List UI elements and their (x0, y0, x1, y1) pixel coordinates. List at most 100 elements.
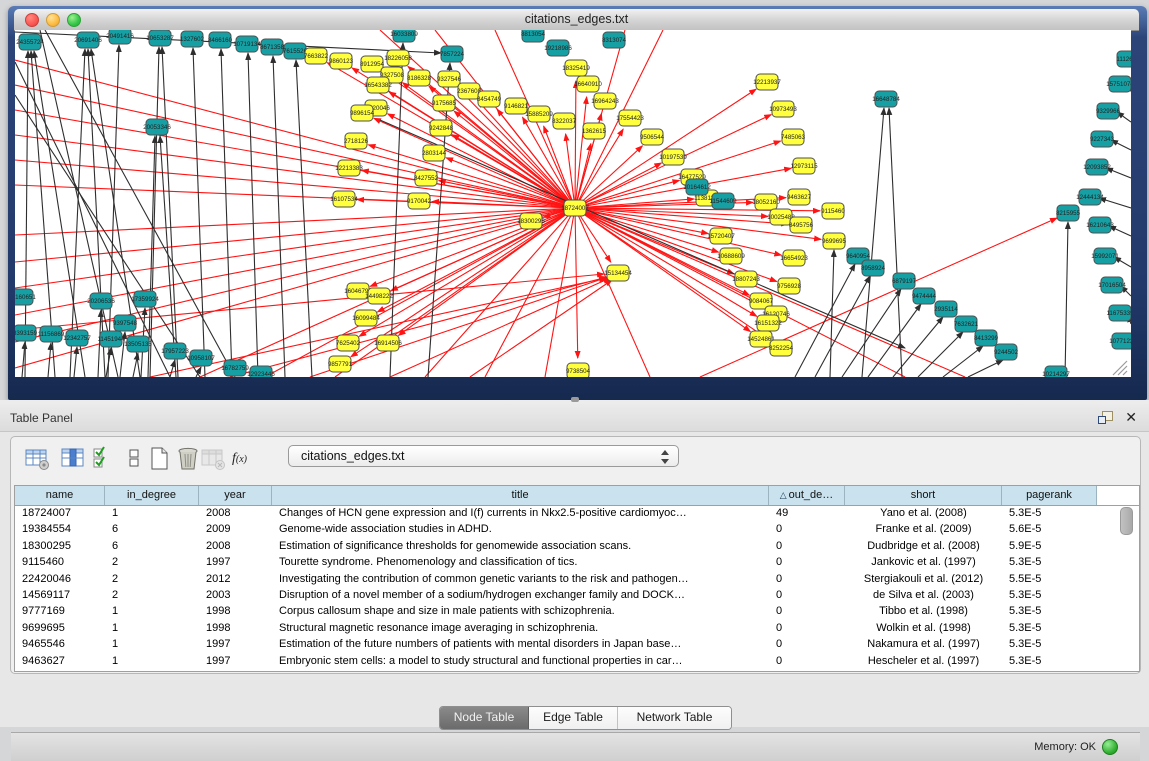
graph-node[interactable]: 16964243 (591, 93, 619, 109)
table-cell[interactable]: Changes of HCN gene expression and I(f) … (272, 505, 769, 521)
split-pane-grip[interactable] (571, 397, 579, 402)
graph-node[interactable]: 8671358 (260, 39, 285, 55)
graph-node[interactable]: 18052160 (752, 194, 780, 210)
table-row[interactable]: 977716911998Corpus callosum shape and si… (15, 603, 1139, 619)
graph-node[interactable]: 12093852 (1083, 159, 1111, 175)
table-cell[interactable]: Hescheler et al. (1997) (845, 653, 1002, 669)
table-row[interactable]: 1456911722003Disruption of a novel membe… (15, 587, 1139, 603)
graph-node[interactable]: 15134454 (604, 265, 632, 281)
graph-node[interactable]: 16640910 (574, 76, 602, 92)
table-cell[interactable]: Corpus callosum shape and size in male p… (272, 603, 769, 619)
graph-node[interactable]: 16151322 (754, 315, 782, 331)
rows-icon[interactable] (122, 446, 148, 472)
graph-node[interactable]: 9857791 (328, 356, 353, 372)
graph-node[interactable]: 8466160 (208, 32, 233, 48)
graph-node[interactable]: 11156869 (38, 326, 65, 342)
table-row[interactable]: 2242004622012Investigating the contribut… (15, 571, 1139, 587)
table-cell[interactable]: 1998 (199, 603, 272, 619)
column-header-pagerank[interactable]: pagerank (1002, 486, 1097, 505)
graph-node[interactable]: 1327602 (180, 31, 205, 47)
table-cell[interactable]: 2009 (199, 521, 272, 537)
graph-node[interactable]: 10958107 (187, 350, 215, 366)
graph-node[interactable]: 18724007 (561, 200, 589, 216)
graph-node[interactable]: 17957223 (161, 343, 189, 359)
tab-node-table[interactable]: Node Table (440, 707, 529, 729)
table-cell[interactable]: Estimation of the future numbers of pati… (272, 636, 769, 652)
table-row[interactable]: 911546021997Tourette syndrome. Phenomeno… (15, 554, 1139, 570)
graph-node[interactable]: 9463627 (787, 189, 812, 205)
window-title-bar[interactable]: citations_edges.txt (14, 9, 1139, 31)
graph-node[interactable]: 25160651 (15, 289, 36, 305)
table-cell[interactable]: 1 (105, 603, 199, 619)
column-header-in-degree[interactable]: in_degree (105, 486, 199, 505)
graph-node[interactable]: 9170042 (407, 193, 432, 209)
table-cell[interactable]: Embryonic stem cells: a model to study s… (272, 653, 769, 669)
graph-node[interactable]: 7485063 (781, 129, 806, 145)
graph-node[interactable]: 15992071 (1091, 248, 1119, 264)
float-panel-icon[interactable] (1098, 411, 1113, 424)
column-header-out-de-[interactable]: △out_de… (769, 486, 845, 505)
column-header-year[interactable]: year (199, 486, 272, 505)
table-row[interactable]: 946362711997Embryonic stem cells: a mode… (15, 653, 1139, 669)
graph-node[interactable]: 15751074 (1106, 76, 1131, 92)
graph-node[interactable]: 2935114 (934, 301, 958, 317)
table-cell[interactable]: 0 (769, 636, 845, 652)
graph-node[interactable]: 9699695 (822, 233, 847, 249)
table-row[interactable]: 1938455462009Genome-wide association stu… (15, 521, 1139, 537)
table-cell[interactable]: 5.3E-5 (1002, 636, 1097, 652)
graph-node[interactable]: 9860123 (329, 53, 354, 69)
table-cell[interactable]: 5.3E-5 (1002, 653, 1097, 669)
table-cell[interactable]: 0 (769, 603, 845, 619)
table-cell[interactable]: 18724007 (15, 505, 105, 521)
table-cell[interactable]: 2012 (199, 571, 272, 587)
table-cell[interactable]: 0 (769, 521, 845, 537)
graph-node[interactable]: 8813054 (521, 30, 546, 42)
table-cell[interactable]: Stergiakouli et al. (2012) (845, 571, 1002, 587)
table-cell[interactable]: 5.3E-5 (1002, 587, 1097, 603)
table-cell[interactable]: 0 (769, 538, 845, 554)
table-cell[interactable]: 2003 (199, 587, 272, 603)
table-cell[interactable]: 2 (105, 587, 199, 603)
graph-node[interactable]: 9327546 (437, 71, 462, 87)
table-cell[interactable]: 18300295 (15, 538, 105, 554)
column-header-short[interactable]: short (845, 486, 1002, 505)
graph-node[interactable]: 8313074 (602, 32, 627, 48)
table-cell[interactable]: 0 (769, 554, 845, 570)
graph-node[interactable]: 10771234 (1109, 333, 1131, 349)
graph-node[interactable]: 15885209 (525, 106, 553, 122)
table-cell[interactable]: 5.3E-5 (1002, 554, 1097, 570)
graph-node[interactable]: 12973115 (790, 158, 818, 174)
graph-node[interactable]: 11544609 (709, 193, 737, 209)
graph-node[interactable]: 19218986 (544, 40, 572, 56)
graph-node[interactable]: 9756928 (777, 278, 802, 294)
graph-node[interactable]: 7625402 (336, 335, 361, 351)
table-cell[interactable]: 6 (105, 538, 199, 554)
table-cell[interactable]: Investigating the contribution of common… (272, 571, 769, 587)
graph-node[interactable]: 2803144 (422, 145, 447, 161)
graph-node[interactable]: 12213383 (335, 160, 363, 176)
graph-node[interactable]: 24355724 (16, 34, 44, 50)
table-cell[interactable]: 2 (105, 554, 199, 570)
graph-node[interactable]: 16099484 (352, 310, 380, 326)
table-cell[interactable]: 14569117 (15, 587, 105, 603)
table-cell[interactable]: 9777169 (15, 603, 105, 619)
graph-node[interactable]: 16648784 (872, 91, 900, 107)
table-cell[interactable]: 2008 (199, 538, 272, 554)
tab-edge-table[interactable]: Edge Table (529, 707, 618, 729)
graph-node[interactable]: 10164612 (683, 179, 711, 195)
table-row[interactable]: 969969511998Structural magnetic resonanc… (15, 620, 1139, 636)
graph-node[interactable]: 10973493 (769, 101, 797, 117)
table-cell[interactable]: Tourette syndrome. Phenomenology and cla… (272, 554, 769, 570)
table-cell[interactable]: 0 (769, 587, 845, 603)
column-header-name[interactable]: name (15, 486, 105, 505)
graph-node[interactable]: 9115460 (821, 203, 845, 219)
graph-node[interactable]: 2718126 (344, 133, 369, 149)
new-document-icon[interactable] (147, 446, 173, 472)
table-cell[interactable]: Dudbridge et al. (2008) (845, 538, 1002, 554)
function-builder-icon[interactable]: f(x) (232, 449, 258, 475)
graph-node[interactable]: 16654923 (780, 250, 808, 266)
graph-node[interactable]: 7632621 (954, 316, 979, 332)
graph-node[interactable]: 9474444 (912, 288, 937, 304)
table-cell[interactable]: 5.3E-5 (1002, 505, 1097, 521)
table-cell[interactable]: 0 (769, 620, 845, 636)
